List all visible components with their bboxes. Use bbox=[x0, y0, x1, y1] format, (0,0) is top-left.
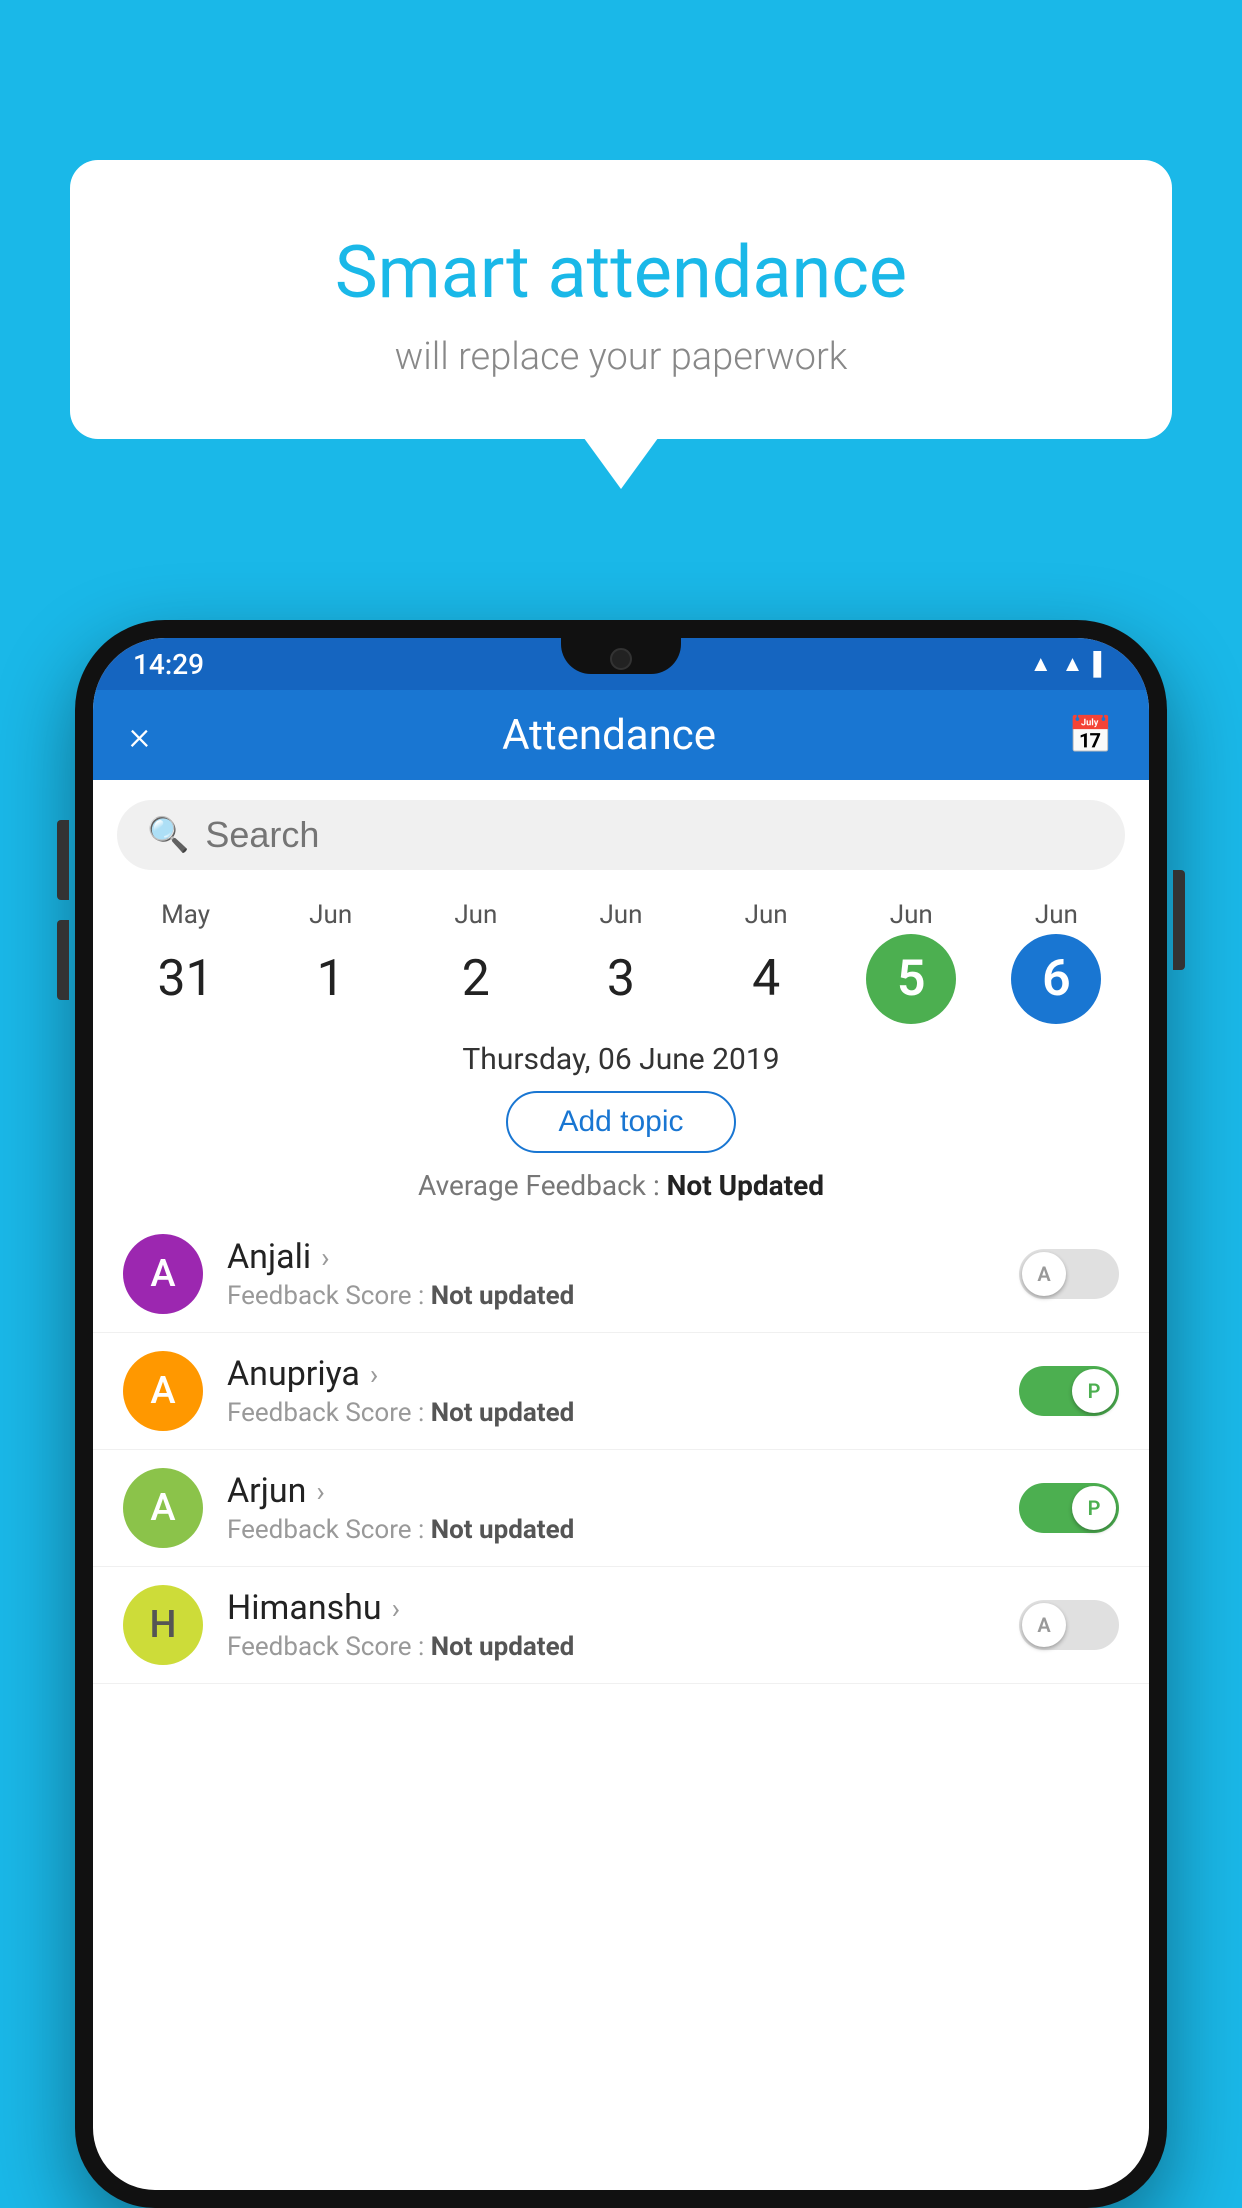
toggle-knob: A bbox=[1022, 1252, 1066, 1296]
date-cell[interactable]: Jun 2 bbox=[431, 900, 521, 1024]
student-item[interactable]: A Anupriya › Feedback Score : Not updated P bbox=[93, 1333, 1149, 1450]
date-day[interactable]: 3 bbox=[576, 934, 666, 1024]
search-icon: 🔍 bbox=[147, 815, 189, 855]
student-name: Arjun › bbox=[227, 1471, 1019, 1511]
calendar-icon[interactable]: 📅 bbox=[1068, 714, 1113, 756]
date-cell[interactable]: May 31 bbox=[141, 900, 231, 1024]
date-cell[interactable]: Jun 4 bbox=[721, 900, 811, 1024]
date-day[interactable]: 6 bbox=[1011, 934, 1101, 1024]
avatar: A bbox=[123, 1351, 203, 1431]
attendance-toggle[interactable]: A bbox=[1019, 1249, 1119, 1299]
header-title: Attendance bbox=[502, 711, 716, 760]
student-item[interactable]: AAnjali ›Feedback Score : Not updatedA bbox=[93, 1216, 1149, 1333]
student-name: Himanshu › bbox=[227, 1588, 1019, 1628]
avg-feedback-label: Average Feedback : bbox=[418, 1169, 667, 1202]
date-day[interactable]: 5 bbox=[866, 934, 956, 1024]
search-input[interactable] bbox=[205, 814, 1095, 856]
date-month: Jun bbox=[1035, 900, 1078, 930]
date-month: Jun bbox=[745, 900, 788, 930]
avg-feedback-value: Not Updated bbox=[667, 1169, 824, 1202]
chevron-icon: › bbox=[370, 1358, 378, 1391]
student-name: Anjali › bbox=[227, 1237, 1019, 1277]
chevron-icon: › bbox=[321, 1241, 329, 1274]
toggle-knob: P bbox=[1072, 1369, 1116, 1413]
student-info: Anjali › Feedback Score : Not updated bbox=[227, 1237, 1019, 1311]
date-cell[interactable]: Jun 1 bbox=[286, 900, 376, 1024]
toggle-knob: P bbox=[1072, 1486, 1116, 1530]
student-info: Arjun › Feedback Score : Not updated bbox=[227, 1471, 1019, 1545]
chevron-icon: › bbox=[392, 1592, 400, 1625]
chevron-icon: › bbox=[316, 1475, 324, 1508]
phone-screen: 14:29 ▲ ▲ ▌ × Attendance 📅 🔍 May31Jun1Ju… bbox=[93, 638, 1149, 2190]
status-icons: ▲ ▲ ▌ bbox=[1030, 651, 1109, 677]
volume-down-button[interactable] bbox=[57, 920, 69, 1000]
avatar: A bbox=[123, 1234, 203, 1314]
attendance-toggle[interactable]: A bbox=[1019, 1600, 1119, 1650]
bubble-title: Smart attendance bbox=[130, 230, 1112, 315]
app-header: × Attendance 📅 bbox=[93, 690, 1149, 780]
attendance-toggle[interactable]: P bbox=[1019, 1483, 1119, 1533]
student-info: Anupriya › Feedback Score : Not updated bbox=[227, 1354, 1019, 1428]
student-item[interactable]: A Arjun › Feedback Score : Not updated P bbox=[93, 1450, 1149, 1567]
date-month: May bbox=[161, 900, 210, 930]
date-cell[interactable]: Jun 3 bbox=[576, 900, 666, 1024]
wifi-icon: ▲ bbox=[1030, 651, 1052, 677]
student-info: Himanshu › Feedback Score : Not updated bbox=[227, 1588, 1019, 1662]
phone-notch bbox=[561, 638, 681, 674]
avg-feedback: Average Feedback : Not Updated bbox=[93, 1169, 1149, 1202]
selected-date: Thursday, 06 June 2019 bbox=[93, 1042, 1149, 1077]
date-navigator: May 31 Jun 1 Jun 2 Jun 3 Jun 4 Jun 5 Jun 6 bbox=[93, 890, 1149, 1034]
student-name: Anupriya › bbox=[227, 1354, 1019, 1394]
date-day[interactable]: 31 bbox=[141, 934, 231, 1024]
attendance-toggle[interactable]: P bbox=[1019, 1366, 1119, 1416]
speech-bubble-container: Smart attendance will replace your paper… bbox=[70, 160, 1172, 439]
speech-bubble: Smart attendance will replace your paper… bbox=[70, 160, 1172, 439]
date-day[interactable]: 4 bbox=[721, 934, 811, 1024]
date-day[interactable]: 1 bbox=[286, 934, 376, 1024]
power-button[interactable] bbox=[1173, 870, 1185, 970]
date-month: Jun bbox=[599, 900, 642, 930]
date-cell[interactable]: Jun 6 bbox=[1011, 900, 1101, 1024]
student-score: Feedback Score : Not updated bbox=[227, 1281, 1019, 1311]
add-topic-button[interactable]: Add topic bbox=[506, 1091, 735, 1153]
student-score: Feedback Score : Not updated bbox=[227, 1515, 1019, 1545]
date-day[interactable]: 2 bbox=[431, 934, 521, 1024]
volume-up-button[interactable] bbox=[57, 820, 69, 900]
date-month: Jun bbox=[890, 900, 933, 930]
battery-icon: ▌ bbox=[1093, 651, 1109, 677]
avatar: H bbox=[123, 1585, 203, 1665]
front-camera bbox=[610, 648, 632, 670]
signal-icon: ▲ bbox=[1062, 651, 1084, 677]
status-time: 14:29 bbox=[133, 648, 204, 681]
date-cell[interactable]: Jun 5 bbox=[866, 900, 956, 1024]
date-month: Jun bbox=[454, 900, 497, 930]
date-month: Jun bbox=[309, 900, 352, 930]
student-score: Feedback Score : Not updated bbox=[227, 1398, 1019, 1428]
bubble-subtitle: will replace your paperwork bbox=[130, 335, 1112, 379]
student-list: AAnjali ›Feedback Score : Not updatedAAA… bbox=[93, 1216, 1149, 2190]
search-bar[interactable]: 🔍 bbox=[117, 800, 1125, 870]
student-item[interactable]: H Himanshu › Feedback Score : Not updatedA bbox=[93, 1567, 1149, 1684]
avatar: A bbox=[123, 1468, 203, 1548]
toggle-knob: A bbox=[1022, 1603, 1066, 1647]
phone-frame: 14:29 ▲ ▲ ▌ × Attendance 📅 🔍 May31Jun1Ju… bbox=[75, 620, 1167, 2208]
student-score: Feedback Score : Not updated bbox=[227, 1632, 1019, 1662]
close-button[interactable]: × bbox=[129, 712, 150, 759]
